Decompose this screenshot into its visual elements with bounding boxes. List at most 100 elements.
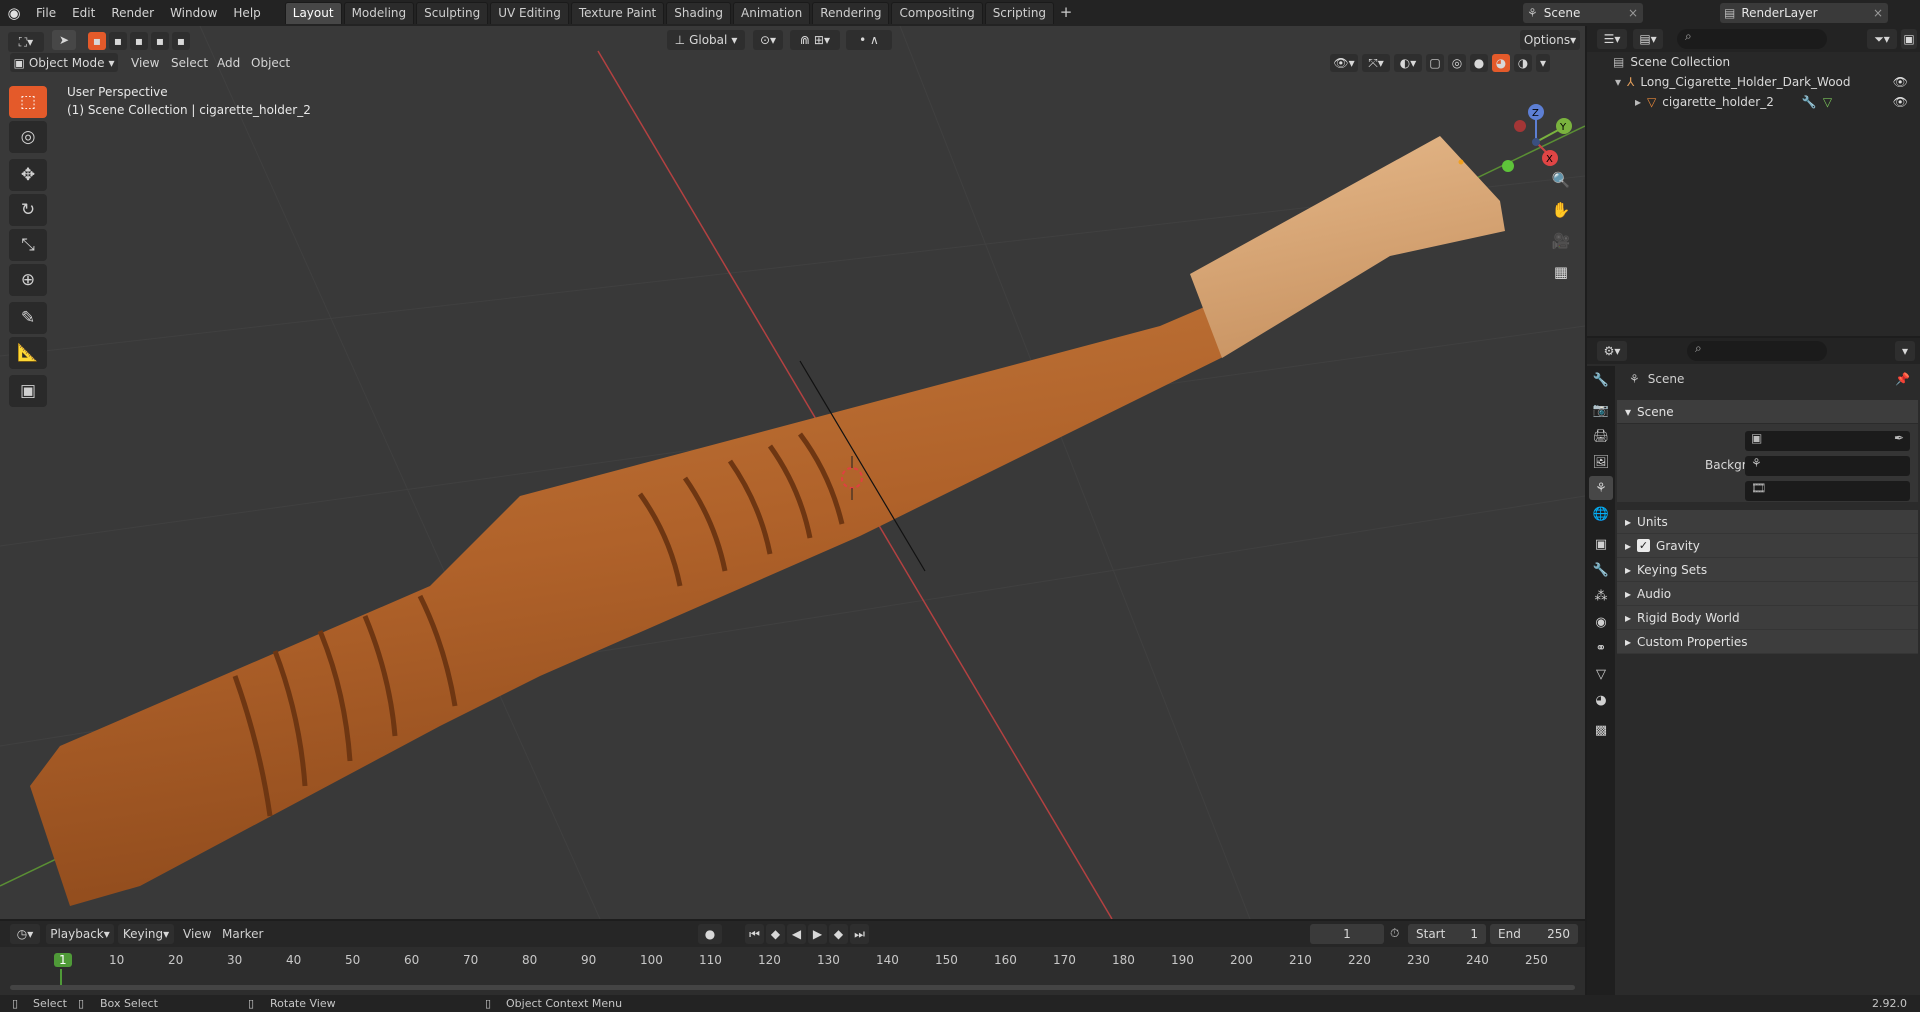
wireframe-shading-icon[interactable]: ◎ <box>1448 54 1466 72</box>
properties-options-icon[interactable]: ▾ <box>1895 341 1915 361</box>
tab-animation[interactable]: Animation <box>733 2 811 24</box>
solid-shading-icon[interactable]: ● <box>1470 54 1488 72</box>
filter-icon[interactable]: ⏷▾ <box>1867 29 1897 49</box>
material-tab-icon[interactable]: ◕ <box>1589 688 1613 712</box>
data-tab-icon[interactable]: ▽ <box>1589 662 1613 686</box>
tab-shading[interactable]: Shading <box>666 2 731 24</box>
menu-render[interactable]: Render <box>103 0 162 26</box>
physics-tab-icon[interactable]: ◉ <box>1589 610 1613 634</box>
object-tab-icon[interactable]: ▣ <box>1589 532 1613 556</box>
current-frame-field[interactable]: 1 <box>1310 924 1384 944</box>
modifier-tab-icon[interactable]: 🔧 <box>1589 558 1613 582</box>
render-tab-icon[interactable]: 📷 <box>1589 398 1613 422</box>
outliner-row-mesh-object[interactable]: ▸ ▽ cigarette_holder_2 🔧 ▽ 👁 <box>1587 92 1920 112</box>
expand-chevron-icon[interactable]: ▸ <box>1635 95 1641 109</box>
playback-dropdown[interactable]: Playback ▾ <box>46 924 114 944</box>
audio-panel-header[interactable]: ▸ Audio <box>1617 582 1918 606</box>
perspective-grid-icon[interactable]: ▦ <box>1548 259 1574 285</box>
extend-selection-icon[interactable]: ▪ <box>109 32 127 50</box>
add-cube-icon[interactable]: ▣ <box>9 375 47 407</box>
timeline-scrollbar[interactable] <box>10 985 1575 990</box>
outliner-row-scene-collection[interactable]: ▤ Scene Collection <box>1587 52 1920 72</box>
viewport-menu-select[interactable]: Select <box>171 56 208 70</box>
units-panel-header[interactable]: ▸ Units <box>1617 510 1918 534</box>
camera-view-icon[interactable]: 🎥 <box>1548 228 1574 254</box>
subtract-selection-icon[interactable]: ▪ <box>130 32 148 50</box>
tab-sculpting[interactable]: Sculpting <box>416 2 489 24</box>
stopwatch-icon[interactable]: ⏱ <box>1390 926 1399 941</box>
scale-icon[interactable]: ⤡ <box>9 229 47 261</box>
proportional-edit-dropdown[interactable]: • ∧ <box>846 30 892 50</box>
scene-panel-header[interactable]: ▾ Scene <box>1617 400 1918 424</box>
pivot-point-dropdown[interactable]: ⊙▾ <box>753 30 783 50</box>
select-box-icon[interactable]: ⬚ <box>9 86 47 118</box>
measure-icon[interactable]: 📐 <box>9 337 47 369</box>
menu-file[interactable]: File <box>28 0 64 26</box>
constraints-tab-icon[interactable]: ⚭ <box>1589 636 1613 660</box>
viewport-menu-view[interactable]: View <box>131 56 159 70</box>
eye-icon[interactable]: 👁 <box>1893 75 1908 89</box>
render-layer-selector[interactable]: ▤ RenderLayer × <box>1720 3 1888 23</box>
properties-editor-icon[interactable]: ⚙▾ <box>1597 341 1627 361</box>
gravity-panel-header[interactable]: ▸ ✓ Gravity <box>1617 534 1918 558</box>
3d-viewport[interactable]: ⛶▾ ➤ ▪ ▪ ▪ ▪ ▪ ⊥ Global ▾ ⊙▾ ⋒ ⊞▾ • ∧ Opti… <box>0 26 1585 919</box>
tab-modeling[interactable]: Modeling <box>343 2 415 24</box>
select-tool-button[interactable]: ➤ <box>52 30 76 50</box>
timeline-menu-marker[interactable]: Marker <box>222 927 263 941</box>
close-icon[interactable]: × <box>1628 6 1638 20</box>
play-reverse-icon[interactable]: ◀ <box>787 924 806 944</box>
transform-orientation-dropdown[interactable]: ⊥ Global ▾ <box>667 30 745 50</box>
eye-icon[interactable]: 👁 <box>1893 95 1908 109</box>
gravity-checkbox[interactable]: ✓ <box>1637 539 1651 552</box>
cigarette-holder-tip[interactable] <box>1190 136 1505 358</box>
active-clip-field[interactable]: 🎞 <box>1745 481 1910 501</box>
texture-tab-icon[interactable]: ▩ <box>1589 718 1613 742</box>
overlay-icon[interactable]: ◐▾ <box>1394 54 1422 72</box>
outliner-editor-icon[interactable]: ☰▾ <box>1597 29 1627 49</box>
start-frame-field[interactable]: Start 1 <box>1408 924 1486 944</box>
pin-icon[interactable]: 📌 <box>1895 372 1910 386</box>
menu-help[interactable]: Help <box>225 0 268 26</box>
camera-field[interactable]: ▣ ✒ <box>1745 431 1910 451</box>
transform-icon[interactable]: ⊕ <box>9 264 47 296</box>
rigid-body-world-panel-header[interactable]: ▸ Rigid Body World <box>1617 606 1918 630</box>
xray-icon[interactable]: ▢ <box>1426 54 1444 72</box>
tab-rendering[interactable]: Rendering <box>812 2 890 24</box>
menu-window[interactable]: Window <box>162 0 225 26</box>
snap-dropdown[interactable]: ⋒ ⊞▾ <box>790 30 840 50</box>
material-shading-icon[interactable]: ◕ <box>1492 54 1510 72</box>
add-workspace-icon[interactable]: + <box>1056 2 1076 24</box>
display-mode-icon[interactable]: ▤▾ <box>1633 29 1663 49</box>
scene-selector[interactable]: ⚘ Scene × <box>1523 3 1643 23</box>
outliner-row-holder-object[interactable]: ▾ ⅄ Long_Cigarette_Holder_Dark_Wood 👁 <box>1587 72 1920 92</box>
annotate-icon[interactable]: ✎ <box>9 302 47 334</box>
new-selection-icon[interactable]: ▪ <box>88 32 106 50</box>
properties-search-input[interactable]: ⌕ <box>1687 341 1827 361</box>
prev-keyframe-icon[interactable]: ◆ <box>766 924 785 944</box>
menu-edit[interactable]: Edit <box>64 0 103 26</box>
keying-sets-panel-header[interactable]: ▸ Keying Sets <box>1617 558 1918 582</box>
invert-selection-icon[interactable]: ▪ <box>151 32 169 50</box>
cursor-tool-icon[interactable]: ◎ <box>9 121 47 153</box>
output-tab-icon[interactable]: 🖨 <box>1589 424 1613 448</box>
world-tab-icon[interactable]: 🌐 <box>1589 502 1613 526</box>
intersect-selection-icon[interactable]: ▪ <box>172 32 190 50</box>
timeline-menu-view[interactable]: View <box>183 927 211 941</box>
rendered-shading-icon[interactable]: ◑ <box>1514 54 1532 72</box>
pan-hand-icon[interactable]: ✋ <box>1548 197 1574 223</box>
end-frame-field[interactable]: End 250 <box>1490 924 1578 944</box>
gizmo-icon[interactable]: ⤧▾ <box>1362 54 1390 72</box>
tab-scripting[interactable]: Scripting <box>984 2 1055 24</box>
new-collection-icon[interactable]: ▣ <box>1901 29 1917 49</box>
mode-dropdown[interactable]: ▣ Object Mode ▾ <box>10 53 118 72</box>
record-icon[interactable]: ● <box>698 924 722 944</box>
move-icon[interactable]: ✥ <box>9 159 47 191</box>
zoom-icon[interactable]: 🔍 <box>1548 167 1574 193</box>
viewport-menu-object[interactable]: Object <box>251 56 290 70</box>
custom-properties-panel-header[interactable]: ▸ Custom Properties <box>1617 630 1918 654</box>
rotate-icon[interactable]: ↻ <box>9 194 47 226</box>
shading-options-icon[interactable]: ▾ <box>1536 54 1550 72</box>
particles-tab-icon[interactable]: ⁂ <box>1589 584 1613 608</box>
editor-type-button[interactable]: ⛶▾ <box>8 32 44 52</box>
viewport-menu-add[interactable]: Add <box>217 56 240 70</box>
